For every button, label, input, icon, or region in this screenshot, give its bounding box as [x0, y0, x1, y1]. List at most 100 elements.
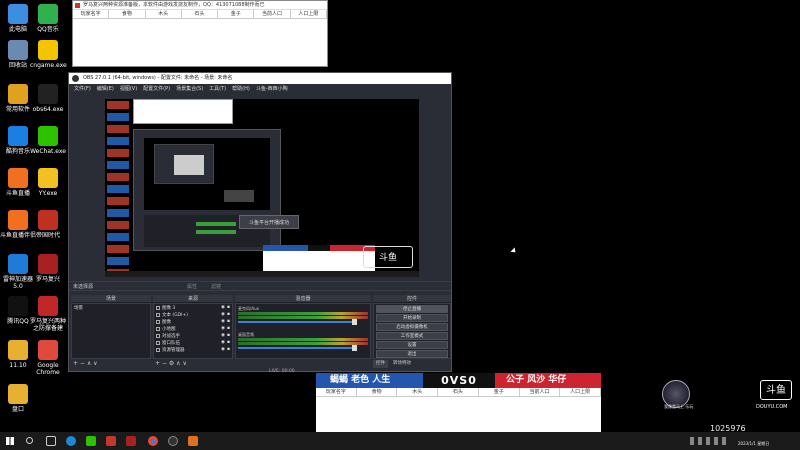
lock-icon[interactable]: ▪ [227, 333, 230, 338]
preview-window-2 [133, 129, 281, 251]
menu-item[interactable]: 帮助(H) [230, 84, 252, 94]
controls-panel: 停止直播 开始录制 启动虚拟摄像机 工作室模式 设置 退出 [373, 303, 451, 359]
wechat-icon[interactable] [86, 436, 96, 446]
control-button[interactable]: 开始录制 [376, 314, 448, 322]
source-item[interactable]: 窗口队伍 ◉ ▪ [154, 339, 232, 346]
desktop-icon[interactable]: 罗马复兴 [30, 254, 66, 283]
tab-controls[interactable]: 控件 [373, 360, 388, 368]
source-type-icon [156, 340, 160, 345]
menu-item[interactable]: 文件(F) [72, 84, 93, 94]
app-icon [8, 84, 28, 104]
app-icon [38, 168, 58, 188]
desktop-icon-label: 罗马复兴 [35, 276, 60, 283]
properties-button[interactable]: 属性 [187, 283, 197, 290]
visibility-eye-icon[interactable]: ◉ [221, 312, 225, 317]
source-item[interactable]: 图像 3 ◉ ▪ [154, 304, 232, 311]
desktop-icon[interactable]: obs64.exe [30, 84, 66, 113]
app-icon [8, 210, 28, 230]
visibility-eye-icon[interactable]: ◉ [221, 347, 225, 352]
tray-icons[interactable] [690, 437, 730, 445]
obs-menu-bar: 文件(F) 编辑(E) 视图(V) 配置文件(P) 场景集合(S) 工具(T) 帮助(H) 斗… [69, 84, 451, 94]
obs-icon [72, 75, 79, 82]
team-left-names: 蝎蝎 老色 人生 [330, 375, 391, 385]
app-icon [38, 210, 58, 230]
lock-icon[interactable]: ▪ [227, 326, 230, 331]
taskbar: 2023/1/1 星期日 [0, 432, 800, 450]
search-icon[interactable] [26, 437, 33, 444]
visibility-eye-icon[interactable]: ◉ [221, 319, 225, 324]
app-red-icon[interactable] [106, 436, 116, 446]
desktop-icon[interactable]: 罗马复兴两种之防撑备建 [30, 296, 66, 332]
desktop-icon[interactable]: 盘口 [0, 384, 36, 413]
mixer-desktop[interactable]: 桌面音频 [238, 332, 368, 351]
preview-popup: 斗鱼平台开播成功 [239, 215, 299, 229]
visibility-eye-icon[interactable]: ◉ [221, 305, 225, 310]
lock-icon[interactable]: ▪ [227, 312, 230, 317]
desktop-icon-label: YY.exe [38, 190, 58, 197]
match-banner: 蝎蝎 老色 人生 0VS0 公子 风沙 华仔 [316, 373, 601, 388]
menu-item[interactable]: 场景集合(S) [174, 84, 205, 94]
desktop-icon[interactable]: YY.exe [30, 168, 66, 197]
source-type-icon [156, 319, 160, 324]
desktop-icon[interactable]: 帝国时代 [30, 210, 66, 239]
sources-controls[interactable]: + − ⚙ ∧ ∨ [155, 360, 187, 367]
control-button[interactable]: 停止直播 [376, 305, 448, 313]
source-item[interactable]: 文本 (GDI+) ◉ ▪ [154, 311, 232, 318]
control-button[interactable]: 工作室模式 [376, 332, 448, 340]
source-item[interactable]: 对战选手 ◉ ▪ [154, 332, 232, 339]
desktop-icon[interactable]: cngame.exe [30, 40, 67, 69]
lock-icon[interactable]: ▪ [227, 347, 230, 352]
source-item[interactable]: 资源管理器 ◉ ▪ [154, 346, 232, 353]
app-icon [8, 340, 28, 360]
windows-start-icon[interactable] [6, 437, 14, 445]
app-red2-icon[interactable] [126, 436, 136, 446]
mic-volume-slider[interactable] [238, 319, 357, 325]
visibility-eye-icon[interactable]: ◉ [221, 340, 225, 345]
desktop-icon-label: QQ音乐 [37, 26, 59, 33]
douyu-logo: 斗鱼 [760, 380, 792, 400]
scenes-controls[interactable]: + − ∧ ∨ [73, 360, 98, 367]
tab-transitions[interactable]: 转场特效 [390, 360, 414, 368]
menu-item[interactable]: 工具(T) [207, 84, 228, 94]
lock-icon[interactable]: ▪ [227, 305, 230, 310]
control-button[interactable]: 退出 [376, 350, 448, 358]
obs-title-bar[interactable]: OBS 27.0.1 (64-bit, windows) - 配置文件: 未命名… [69, 73, 451, 84]
edge-icon[interactable] [66, 436, 76, 446]
source-toolbar: 未选择源 属性 滤镜 [69, 281, 451, 291]
obs-preview[interactable]: 斗鱼平台开播成功 斗鱼 [105, 99, 419, 277]
menu-item[interactable]: 配置文件(P) [141, 84, 172, 94]
lock-icon[interactable]: ▪ [227, 319, 230, 324]
mixer-mic[interactable]: 麦克风/Aux [238, 306, 368, 325]
control-button[interactable]: 启动虚拟摄像机 [376, 323, 448, 331]
desktop-volume-slider[interactable] [238, 345, 357, 351]
resource-window-top[interactable]: 罗马复兴两种资源准备版，本软件由游戏发烧友制作，QQ：413071088制作而已… [72, 0, 328, 67]
source-item[interactable]: 小地图 ◉ ▪ [154, 325, 232, 332]
app-icon [38, 254, 58, 274]
desktop-icon-label: 罗马复兴两种之防撑备建 [30, 318, 67, 332]
scene-item[interactable]: 场景 [72, 304, 150, 311]
column-header: 食物 [109, 10, 146, 18]
menu-item[interactable]: 斗鱼-西西小陶 [254, 84, 290, 94]
obs-status-bar: LIVE: 00:00 [269, 369, 295, 374]
desktop-icon[interactable]: Google Chrome [30, 340, 66, 376]
app-orange-icon[interactable] [188, 436, 198, 446]
menu-item[interactable]: 视图(V) [118, 84, 139, 94]
source-item[interactable]: 图像 ◉ ▪ [154, 318, 232, 325]
resource-window-title: 罗马复兴两种资源准备版，本软件由游戏发烧友制作，QQ：413071088制作而已 [73, 1, 327, 10]
filters-button[interactable]: 滤镜 [211, 283, 221, 290]
obs-taskbar-icon[interactable] [168, 436, 178, 446]
lock-icon[interactable]: ▪ [227, 340, 230, 345]
resource-columns: 玩家名字 食物 木头 石头 金子 当前人口 人口上限 [73, 10, 327, 19]
task-view-icon[interactable] [46, 436, 56, 446]
obs-window[interactable]: OBS 27.0.1 (64-bit, windows) - 配置文件: 未命名… [68, 72, 452, 374]
visibility-eye-icon[interactable]: ◉ [221, 326, 225, 331]
desktop-icon[interactable]: WeChat.exe [30, 126, 66, 155]
visibility-eye-icon[interactable]: ◉ [221, 333, 225, 338]
menu-item[interactable]: 编辑(E) [95, 84, 116, 94]
source-type-icon [156, 347, 160, 352]
control-button[interactable]: 设置 [376, 341, 448, 349]
desktop-icon[interactable]: QQ音乐 [30, 4, 66, 33]
app-icon [38, 296, 58, 316]
chrome-icon[interactable] [148, 436, 158, 446]
source-type-icon [156, 326, 160, 331]
